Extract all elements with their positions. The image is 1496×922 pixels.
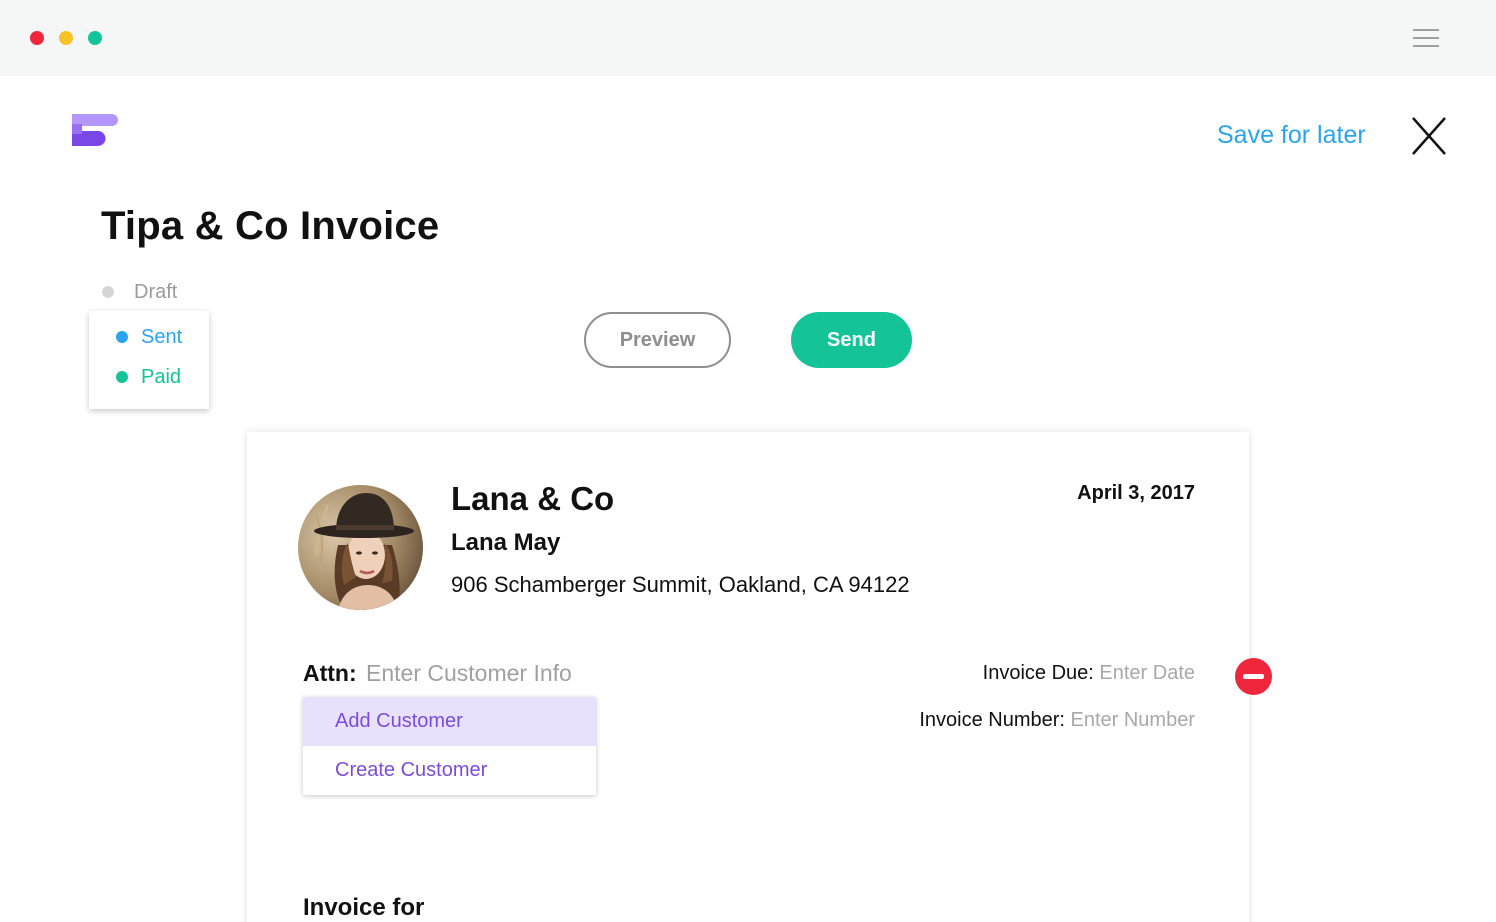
add-customer-option[interactable]: Add Customer [303, 697, 596, 746]
status-dot-icon [116, 371, 128, 383]
invoice-number-input[interactable]: Enter Number [1071, 709, 1196, 731]
status-dot-icon [102, 286, 114, 298]
invoice-address: 906 Schamberger Summit, Oakland, CA 9412… [451, 572, 910, 597]
invoice-for-heading: Invoice for [303, 894, 425, 921]
customer-dropdown-menu: Add Customer Create Customer [303, 697, 596, 795]
remove-icon[interactable] [1235, 658, 1272, 695]
window-maximize-control[interactable] [88, 31, 102, 45]
status-dropdown-menu: Sent Paid [89, 311, 209, 409]
status-current-label: Draft [134, 280, 178, 303]
status-option-sent[interactable]: Sent [116, 324, 182, 350]
window-titlebar [0, 0, 1496, 76]
close-icon[interactable] [1410, 116, 1448, 156]
invoice-number-row: Invoice Number: Enter Number [860, 709, 1195, 732]
window-close-control[interactable] [30, 31, 44, 45]
app-logo-icon[interactable] [72, 112, 118, 148]
window-minimize-control[interactable] [59, 31, 73, 45]
hamburger-icon[interactable] [1413, 29, 1439, 47]
invoice-company-name: Lana & Co [451, 480, 615, 517]
page-title: Tipa & Co Invoice [101, 204, 440, 248]
attn-label: Attn: [303, 660, 357, 686]
status-option-paid[interactable]: Paid [116, 364, 181, 390]
status-current[interactable]: Draft [102, 279, 177, 305]
invoice-due-input[interactable]: Enter Date [1099, 662, 1195, 684]
create-customer-option[interactable]: Create Customer [303, 746, 596, 795]
save-for-later-link[interactable]: Save for later [1217, 121, 1366, 150]
invoice-number-label: Invoice Number: [919, 709, 1071, 731]
send-button[interactable]: Send [791, 312, 912, 368]
preview-button[interactable]: Preview [584, 312, 731, 368]
status-dot-icon [116, 331, 128, 343]
invoice-date: April 3, 2017 [1077, 482, 1195, 504]
status-option-label: Sent [141, 325, 183, 348]
status-option-label: Paid [141, 365, 182, 388]
invoice-due-row: Invoice Due: Enter Date [900, 662, 1195, 685]
customer-info-input[interactable]: Enter Customer Info [366, 660, 572, 686]
customer-avatar [298, 485, 423, 610]
invoice-contact-name: Lana May [451, 529, 561, 556]
invoice-due-label: Invoice Due: [982, 662, 1100, 684]
attn-row: Attn: Enter Customer Info [303, 660, 572, 687]
